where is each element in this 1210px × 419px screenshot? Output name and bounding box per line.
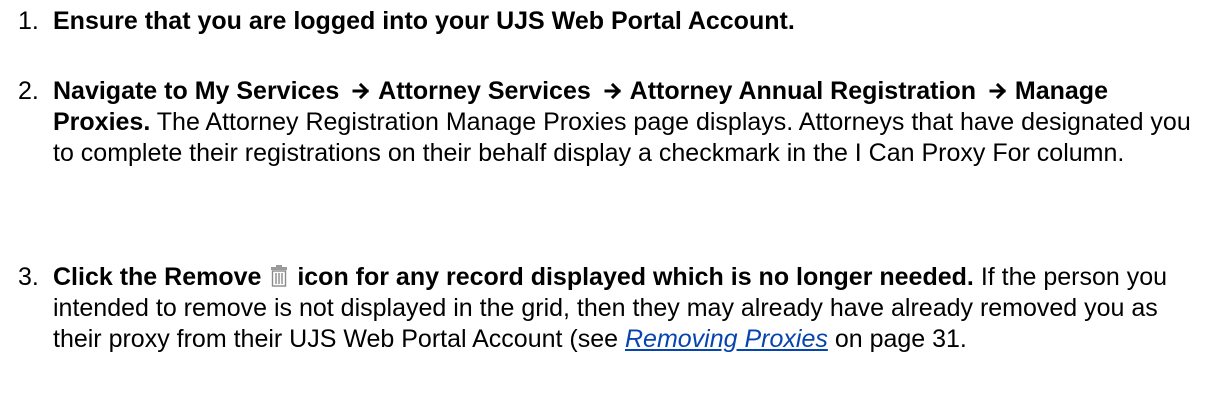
step-body: Ensure that you are logged into your UJS… bbox=[53, 6, 1200, 37]
nav-path-attorney-services: Attorney Services bbox=[378, 77, 591, 105]
step-description: The Attorney Registration Manage Proxies… bbox=[53, 108, 1191, 167]
step-instruction: Ensure that you are logged into your UJS… bbox=[53, 7, 795, 35]
right-arrow-icon bbox=[604, 82, 621, 100]
step-number: 1. bbox=[18, 7, 39, 35]
step-instruction-start: Click the Remove bbox=[53, 263, 262, 291]
right-arrow-icon bbox=[352, 82, 370, 100]
step-body: Click the Remove icon for any record dis… bbox=[53, 262, 1200, 355]
right-arrow-icon bbox=[989, 82, 1007, 100]
step-number: 3. bbox=[18, 263, 39, 291]
removing-proxies-link[interactable]: Removing Proxies bbox=[625, 325, 828, 353]
nav-prefix: Navigate to My Services bbox=[53, 77, 340, 105]
trash-icon bbox=[271, 265, 288, 287]
step-description-end: on page 31. bbox=[834, 325, 967, 353]
nav-path-attorney-annual-registration: Attorney Annual Registration bbox=[629, 77, 976, 105]
step-instruction-end: icon for any record displayed which is n… bbox=[297, 263, 974, 291]
step-number: 2. bbox=[18, 77, 39, 105]
step-body: Navigate to My Services Attorney Service… bbox=[53, 76, 1200, 169]
instruction-document: 1. Ensure that you are logged into your … bbox=[0, 0, 1210, 419]
